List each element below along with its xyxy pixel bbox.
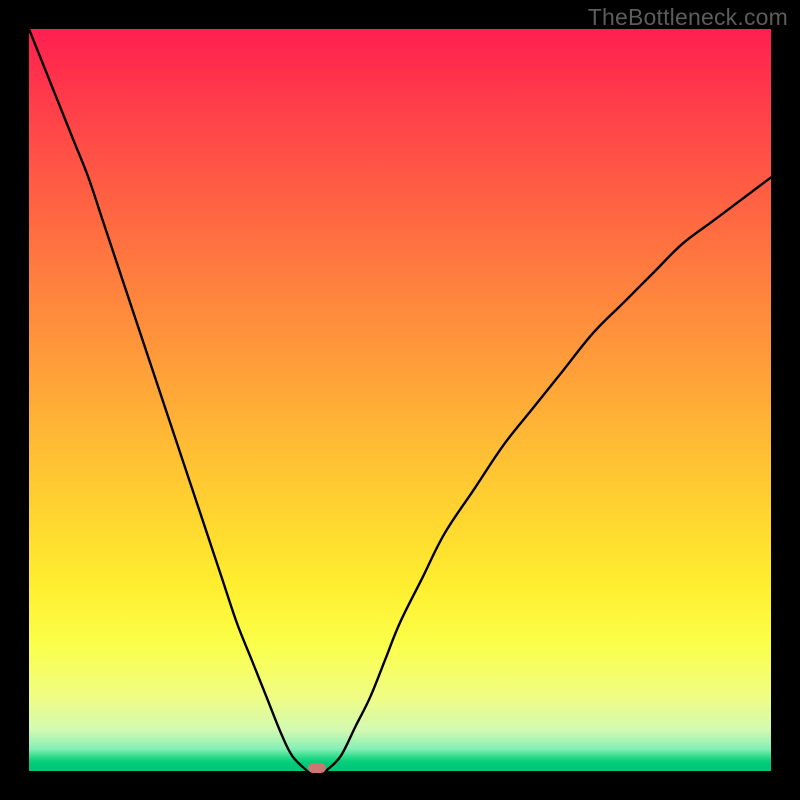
watermark-text: TheBottleneck.com xyxy=(588,4,788,31)
curve-right-branch xyxy=(326,177,771,771)
chart-plot-area xyxy=(29,29,771,771)
bottleneck-curve xyxy=(29,29,771,771)
optimum-marker xyxy=(308,763,326,773)
curve-left-branch xyxy=(29,29,307,771)
